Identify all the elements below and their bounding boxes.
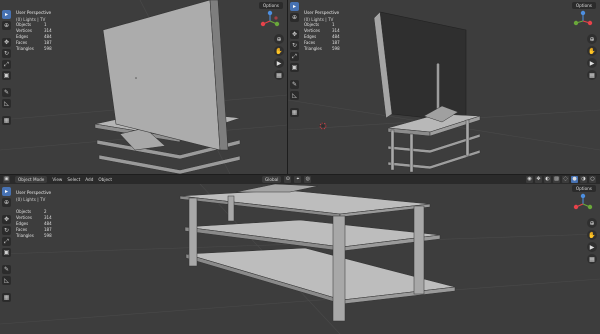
select-tool-icon[interactable]: ▸ (290, 2, 299, 11)
measure-tool-icon[interactable]: ◺ (2, 99, 11, 108)
navigation-gizmo-icon[interactable] (572, 193, 594, 215)
toolbar-left: ▸ ⊕ ✥ ↻ ⤢ ▣ ✎ ◺ ▦ (2, 187, 11, 302)
navigation-gizmo-icon[interactable] (572, 10, 594, 32)
viewport-info: User Perspective (0) Lights | TV (16, 190, 51, 203)
menu-add[interactable]: Add (85, 177, 93, 182)
transform-tool-icon[interactable]: ▣ (290, 63, 299, 72)
material-shading-icon[interactable]: ◑ (580, 176, 587, 183)
add-cube-tool-icon[interactable]: ▦ (2, 293, 11, 302)
visibility-icon[interactable]: ◉ (526, 176, 533, 183)
select-tool-icon[interactable]: ▸ (2, 187, 11, 196)
viewport-top-right[interactable]: User Perspective (0) Lights | TV Objects… (288, 0, 600, 174)
solid-shading-icon[interactable]: ● (571, 176, 578, 183)
snap-icon[interactable]: ⌖ (294, 176, 302, 183)
grid-icon[interactable]: ▦ (274, 70, 284, 80)
stat-triangles: Triangles 598 (16, 46, 52, 51)
shading-controls: ◉ ✥ ◐ ▨ ◌ ● ◑ ○ (526, 176, 596, 183)
menu-object[interactable]: Object (98, 177, 112, 182)
editor-type-icon[interactable]: ▣ (3, 176, 10, 183)
navigation-controls: ⊕ ✋ ▶ ▦ (274, 34, 284, 80)
grid-icon[interactable]: ▦ (587, 254, 597, 264)
pan-hand-icon[interactable]: ✋ (587, 230, 597, 240)
stat-triangles: Triangles 598 (304, 46, 340, 51)
menu-view[interactable]: View (52, 177, 62, 182)
xray-icon[interactable]: ▨ (553, 176, 560, 183)
stat-triangles: Triangles 598 (16, 233, 52, 238)
orientation-dropdown[interactable]: Global (262, 176, 282, 183)
perspective-label: User Perspective (304, 10, 340, 15)
zoom-icon[interactable]: ⊕ (587, 218, 597, 228)
gizmo-toggle-icon[interactable]: ✥ (535, 176, 542, 183)
camera-icon[interactable]: ▶ (587, 58, 597, 68)
select-tool-icon[interactable]: ▸ (2, 10, 11, 19)
scene-statistics: Objects 1 Vertices 314 Edges 484 Faces 187 T… (304, 22, 340, 52)
rotate-tool-icon[interactable]: ↻ (290, 41, 299, 50)
transform-tool-icon[interactable]: ▣ (2, 71, 11, 80)
zoom-icon[interactable]: ⊕ (274, 34, 284, 44)
move-tool-icon[interactable]: ✥ (2, 215, 11, 224)
move-tool-icon[interactable]: ✥ (290, 30, 299, 39)
transform-tool-icon[interactable]: ▣ (2, 248, 11, 257)
toolbar-left: ▸ ⊕ ✥ ↻ ⤢ ▣ ✎ ◺ ▦ (290, 2, 299, 117)
proportional-edit-icon[interactable]: ◎ (304, 176, 312, 183)
add-cube-tool-icon[interactable]: ▦ (290, 108, 299, 117)
options-button[interactable]: Options (258, 2, 283, 9)
navigation-controls: ⊕ ✋ ▶ ▦ (587, 218, 597, 264)
scene-statistics: Objects 1 Vertices 314 Edges 484 Faces 187 T… (16, 22, 52, 52)
perspective-label: User Perspective (16, 10, 52, 15)
grid-icon[interactable]: ▦ (587, 70, 597, 80)
pan-hand-icon[interactable]: ✋ (274, 46, 284, 56)
camera-icon[interactable]: ▶ (587, 242, 597, 252)
scale-tool-icon[interactable]: ⤢ (2, 237, 11, 246)
rotate-tool-icon[interactable]: ↻ (2, 49, 11, 58)
collection-label: (0) Lights | TV (304, 16, 334, 22)
annotate-tool-icon[interactable]: ✎ (2, 88, 11, 97)
collection-label: (0) Lights | TV (16, 196, 46, 202)
rendered-shading-icon[interactable]: ○ (589, 176, 596, 183)
camera-icon[interactable]: ▶ (274, 58, 284, 68)
viewport-top-left[interactable]: User Perspective (0) Lights | TV Objects… (0, 0, 287, 174)
menu-select[interactable]: Select (67, 177, 80, 182)
cursor-tool-icon[interactable]: ⊕ (290, 13, 299, 22)
scale-tool-icon[interactable]: ⤢ (290, 52, 299, 61)
cursor-tool-icon[interactable]: ⊕ (2, 21, 11, 30)
options-button[interactable]: Options (571, 2, 596, 9)
scene-statistics: Objects 2 Vertices 314 Edges 484 Faces 187 T… (16, 209, 52, 239)
toolbar-left: ▸ ⊕ ✥ ↻ ⤢ ▣ ✎ ◺ ▦ (2, 10, 11, 125)
cursor-tool-icon[interactable]: ⊕ (2, 198, 11, 207)
move-tool-icon[interactable]: ✥ (2, 38, 11, 47)
pan-hand-icon[interactable]: ✋ (587, 46, 597, 56)
pivot-icon[interactable]: ⊙ (284, 176, 292, 183)
overlay-icon[interactable]: ◐ (544, 176, 551, 183)
wireframe-shading-icon[interactable]: ◌ (562, 176, 569, 183)
navigation-gizmo-icon[interactable] (259, 10, 281, 32)
viewport-bottom[interactable]: User Perspective (0) Lights | TV Objects… (0, 184, 600, 334)
transform-orientation-group: Global ⊙ ⌖ ◎ (262, 176, 312, 183)
annotate-tool-icon[interactable]: ✎ (290, 80, 299, 89)
perspective-label: User Perspective (16, 190, 52, 195)
annotate-tool-icon[interactable]: ✎ (2, 265, 11, 274)
mode-selector[interactable]: Object Mode (15, 176, 48, 183)
add-cube-tool-icon[interactable]: ▦ (2, 116, 11, 125)
scale-tool-icon[interactable]: ⤢ (2, 60, 11, 69)
navigation-controls: ⊕ ✋ ▶ ▦ (587, 34, 597, 80)
collection-label: (0) Lights | TV (16, 16, 46, 22)
zoom-icon[interactable]: ⊕ (587, 34, 597, 44)
options-button[interactable]: Options (571, 185, 596, 192)
viewport-header: ▣ Object Mode View Select Add Object Glo… (0, 175, 600, 184)
measure-tool-icon[interactable]: ◺ (290, 91, 299, 100)
scene-tv-stand (0, 184, 600, 334)
rotate-tool-icon[interactable]: ↻ (2, 226, 11, 235)
measure-tool-icon[interactable]: ◺ (2, 276, 11, 285)
